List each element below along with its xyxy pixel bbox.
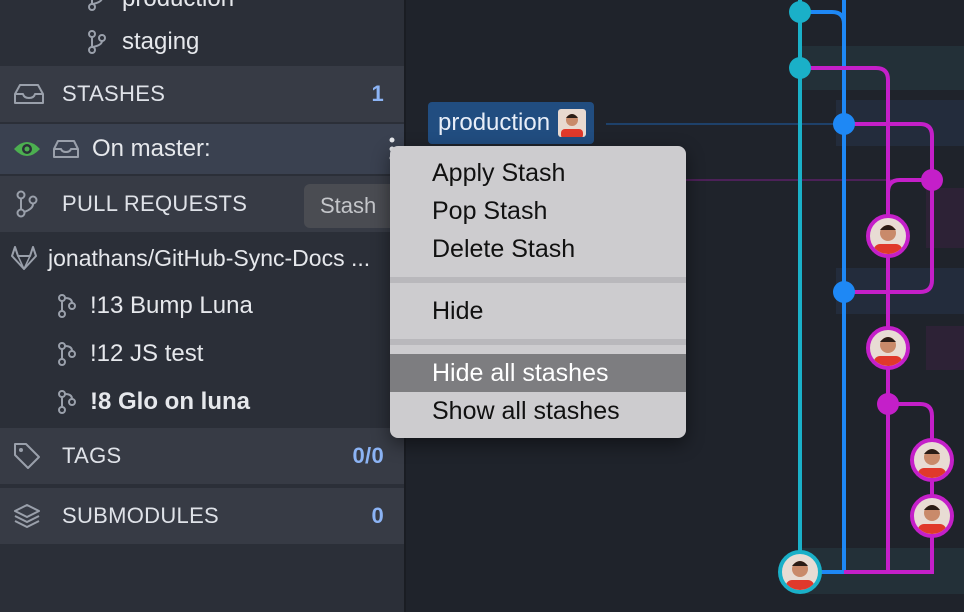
pull-request-label: !8 Glo on luna (90, 388, 250, 415)
submodules-count-badge: 0 (371, 503, 384, 528)
pull-request-label: !12 JS test (90, 340, 204, 367)
pull-request-icon (56, 293, 78, 319)
repo-label: jonathans/GitHub-Sync-Docs ... (48, 244, 371, 271)
sidebar-item-branch-staging[interactable]: staging (0, 22, 404, 62)
commit-avatar[interactable] (778, 550, 822, 594)
branch-label: production (122, 0, 234, 13)
avatar (558, 109, 587, 137)
left-sidebar: production staging STASHES 1 On master: (0, 0, 406, 612)
commit-avatar[interactable] (910, 494, 954, 538)
stash-label: On master: (92, 135, 211, 162)
pull-request-icon (56, 389, 78, 415)
tooltip: Stash (304, 184, 396, 228)
gitlab-icon (10, 245, 38, 271)
branch-icon (86, 0, 108, 13)
pull-request-item[interactable]: !12 JS test (0, 330, 404, 378)
menu-item-apply-stash[interactable]: Apply Stash (390, 154, 686, 192)
menu-item-delete-stash[interactable]: Delete Stash (390, 230, 686, 268)
section-header-tags[interactable]: TAGS 0/0 (0, 428, 404, 484)
menu-item-show-all-stashes[interactable]: Show all stashes (390, 392, 686, 430)
pull-request-icon (12, 189, 42, 219)
branch-name: production (438, 109, 551, 136)
tags-count-badge: 0/0 (352, 443, 384, 468)
inbox-tray-icon (12, 79, 46, 109)
section-label: PULL REQUESTS (62, 191, 248, 216)
branch-label: staging (122, 28, 200, 55)
tag-icon (12, 441, 42, 471)
section-header-submodules[interactable]: SUBMODULES 0 (0, 488, 404, 544)
pull-request-icon (56, 341, 78, 367)
section-label: STASHES (62, 81, 166, 106)
commit-avatar[interactable] (866, 214, 910, 258)
commit-avatar[interactable] (866, 326, 910, 370)
eye-icon[interactable] (12, 137, 42, 161)
menu-item-hide[interactable]: Hide (390, 292, 686, 330)
sidebar-item-branch-production[interactable]: production (0, 0, 404, 18)
menu-separator (390, 339, 686, 345)
sidebar-item-repo[interactable]: jonathans/GitHub-Sync-Docs ... (0, 234, 404, 282)
menu-item-pop-stash[interactable]: Pop Stash (390, 192, 686, 230)
layers-icon (12, 501, 42, 531)
branch-icon (86, 28, 108, 56)
stash-item-on-master[interactable]: On master: (0, 124, 404, 174)
pull-request-item[interactable]: !13 Bump Luna (0, 282, 404, 330)
section-label: TAGS (62, 443, 122, 468)
branch-label-production[interactable]: production (428, 102, 595, 144)
tooltip-text: Stash (320, 193, 377, 218)
context-menu: Apply Stash Pop Stash Delete Stash Hide … (390, 146, 686, 438)
menu-separator (390, 277, 686, 283)
pull-request-label: !13 Bump Luna (90, 292, 253, 319)
commit-avatar[interactable] (910, 438, 954, 482)
section-label: SUBMODULES (62, 503, 220, 528)
section-header-stashes[interactable]: STASHES 1 (0, 66, 404, 122)
pull-request-item[interactable]: !8 Glo on luna (0, 378, 404, 426)
inbox-tray-icon (52, 137, 80, 161)
stash-count-badge: 1 (371, 81, 384, 106)
menu-item-hide-all-stashes[interactable]: Hide all stashes (390, 354, 686, 392)
